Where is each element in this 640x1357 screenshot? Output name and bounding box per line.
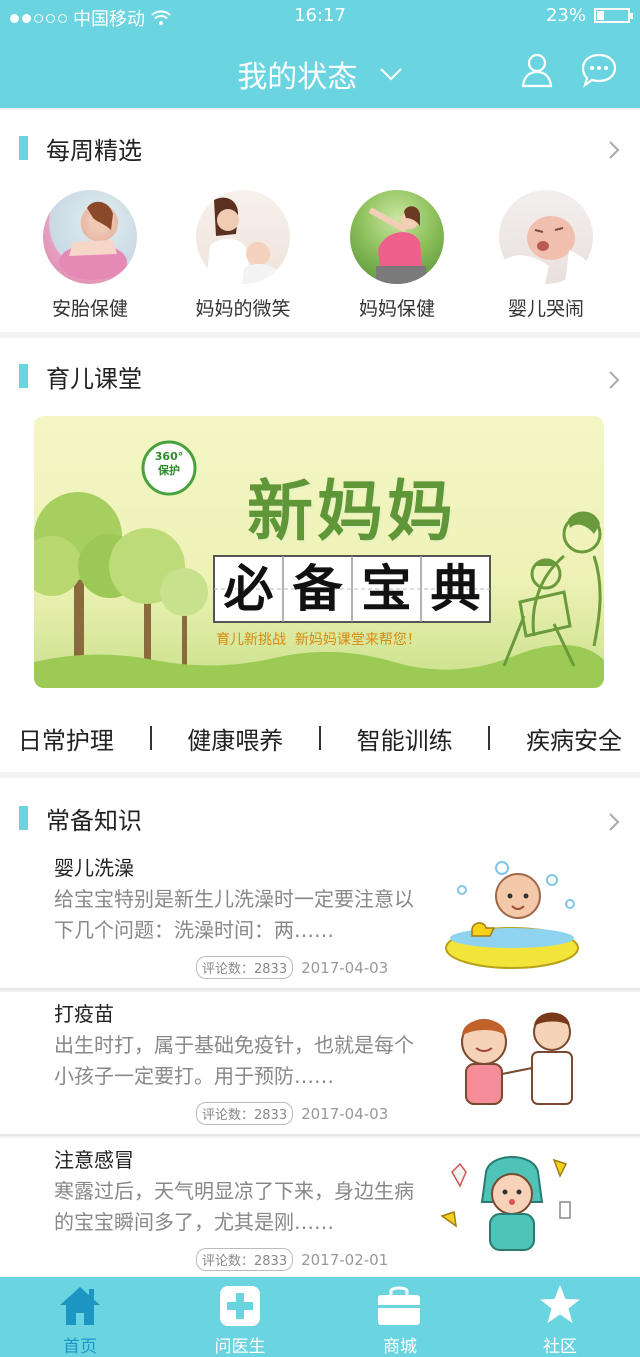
star-icon — [540, 1285, 580, 1323]
tab-label: 首页 — [63, 1337, 97, 1357]
section-accent-bar — [19, 364, 28, 388]
article-date: 2017-02-01 — [301, 1250, 389, 1269]
user-profile-icon[interactable] — [520, 52, 554, 88]
article-summary: 给宝宝特别是新生儿洗澡时一定要注意以下几个问题：洗澡时间：两…… — [54, 887, 414, 942]
category-divider — [149, 726, 152, 750]
section-header: 每周精选 — [0, 132, 142, 165]
banner-slogan: 育儿新挑战 新妈妈课堂来帮您！ — [216, 632, 421, 648]
article-list-item[interactable]: 注意感冒 寒露过后，天气明显凉了下来，身边生病的宝宝瞬间多了，尤其是刚…… 评论… — [0, 1138, 640, 1276]
article-title: 注意感冒 — [54, 1148, 134, 1172]
banner-char: 典 — [430, 560, 481, 618]
chevron-right-icon[interactable] — [608, 370, 620, 390]
article-title: 打疫苗 — [54, 1002, 114, 1026]
article-list-item[interactable]: 婴儿洗澡 给宝宝特别是新生儿洗澡时一定要注意以下几个问题：洗澡时间：两…… 评论… — [0, 846, 640, 990]
badge-top-text: 360° — [154, 450, 184, 463]
page-title: 我的状态 — [237, 60, 358, 95]
article-meta: 评论数：2833 2017-04-03 — [196, 1102, 388, 1125]
banner-char: 必 — [223, 560, 274, 618]
tab-home[interactable]: 首页 — [0, 1277, 160, 1357]
bottom-tab-bar: 首页 问医生 商城 社区 — [0, 1277, 640, 1357]
section-title: 常备知识 — [46, 806, 142, 835]
weekly-item-label: 安胎保健 — [51, 298, 128, 320]
weekly-item-label: 妈妈保健 — [358, 298, 435, 320]
battery-percent: 23% — [545, 5, 586, 26]
section-accent-bar — [19, 806, 28, 830]
vaccination-illustration — [461, 1012, 573, 1105]
section-title: 育儿课堂 — [46, 364, 142, 393]
shopping-bag-icon — [378, 1286, 420, 1325]
weekly-item-image[interactable] — [499, 190, 593, 284]
course-category-bar: 日常护理 健康喂养 智能训练 疾病安全 — [0, 718, 640, 758]
article-list-item[interactable]: 打疫苗 出生时打，属于基础免疫针，也就是每个小孩子一定要打。用于预防…… 评论数… — [0, 992, 640, 1136]
banner-char: 备 — [292, 560, 343, 618]
weekly-item-image[interactable] — [350, 190, 444, 284]
home-icon — [60, 1287, 100, 1325]
list-divider — [0, 1134, 640, 1136]
banner-chars: 必 备 宝 典 — [214, 556, 490, 622]
badge-bottom-text: 保护 — [158, 464, 180, 477]
app-header: 我的状态 — [0, 32, 640, 108]
comment-count: 评论数：2833 — [196, 1248, 294, 1271]
baby-bath-illustration — [445, 861, 579, 969]
tab-shop[interactable]: 商城 — [320, 1277, 480, 1357]
chevron-right-icon[interactable] — [608, 140, 620, 160]
section-header: 育儿课堂 — [0, 360, 142, 393]
weekly-item-label: 妈妈的微笑 — [195, 298, 291, 320]
category-divider — [488, 726, 491, 750]
course-banner[interactable]: 360° 保护 新妈妈 必 备 宝 典 育儿新挑战 新妈妈课堂来帮您！ — [34, 416, 604, 688]
banner-badge: 360° 保护 — [147, 450, 191, 478]
tab-label: 社区 — [543, 1337, 577, 1357]
article-summary: 寒露过后，天气明显凉了下来，身边生病的宝宝瞬间多了，尤其是刚…… — [54, 1179, 414, 1234]
message-icon[interactable] — [580, 52, 618, 88]
weekly-picks-section: 每周精选 安胎保健 妈妈的微笑 妈妈保健 婴儿哭闹 — [0, 110, 640, 332]
battery-icon — [594, 8, 633, 23]
category-smart-training[interactable]: 智能训练 — [357, 721, 453, 756]
category-divider — [318, 726, 321, 750]
medical-cross-icon — [220, 1286, 260, 1326]
weekly-item-label: 婴儿哭闹 — [507, 298, 584, 320]
knowledge-section-header: 常备知识 — [0, 778, 640, 848]
category-daily-care[interactable]: 日常护理 — [18, 721, 114, 756]
chevron-down-icon — [379, 68, 402, 81]
article-title: 婴儿洗澡 — [54, 856, 134, 880]
category-disease-safety[interactable]: 疾病安全 — [526, 721, 622, 756]
category-healthy-feeding[interactable]: 健康喂养 — [187, 721, 283, 756]
parenting-course-section: 育儿课堂 360° 保护 新妈妈 必 备 宝 典 育儿新挑战 新妈妈课堂来帮您！… — [0, 338, 640, 772]
article-date: 2017-04-03 — [301, 1104, 389, 1123]
article-meta: 评论数：2833 2017-02-01 — [196, 1248, 388, 1271]
section-title: 每周精选 — [46, 136, 142, 165]
comment-count: 评论数：2833 — [196, 1102, 294, 1125]
tab-community[interactable]: 社区 — [480, 1277, 640, 1357]
banner-char: 宝 — [361, 560, 412, 618]
tab-ask-doctor[interactable]: 问医生 — [160, 1277, 320, 1357]
article-date: 2017-04-03 — [301, 958, 389, 977]
status-bar: 中国移动 16:17 23% — [0, 0, 640, 32]
article-meta: 评论数：2833 2017-04-03 — [196, 956, 388, 979]
section-header: 常备知识 — [0, 802, 142, 835]
article-summary: 出生时打，属于基础免疫针，也就是每个小孩子一定要打。用于预防…… — [54, 1033, 414, 1088]
clock: 16:17 — [294, 5, 346, 26]
tab-label: 问医生 — [214, 1337, 266, 1357]
cold-baby-illustration — [440, 1156, 571, 1251]
weekly-item-image[interactable] — [196, 190, 290, 284]
list-divider — [0, 988, 640, 990]
banner-headline: 新妈妈 — [247, 473, 457, 550]
chevron-right-icon[interactable] — [608, 812, 620, 832]
tab-label: 商城 — [383, 1337, 417, 1357]
weekly-item-image[interactable] — [43, 190, 137, 284]
section-accent-bar — [19, 136, 28, 160]
comment-count: 评论数：2833 — [196, 956, 294, 979]
